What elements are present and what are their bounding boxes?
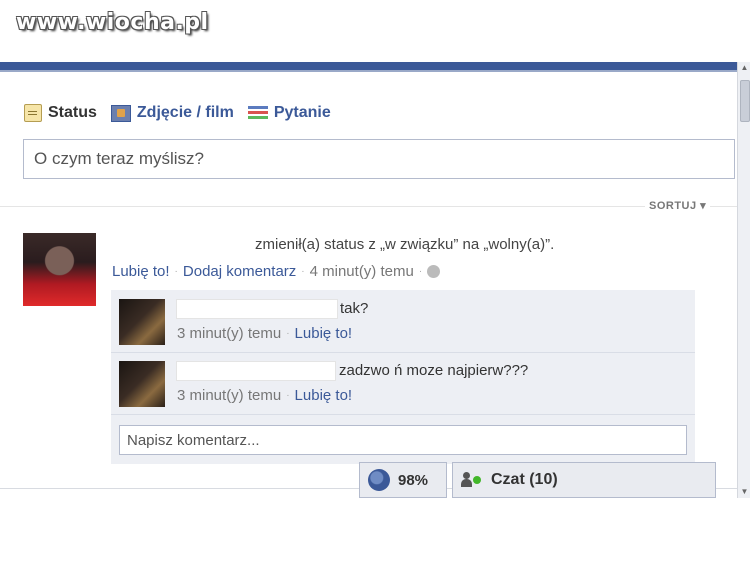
avatar[interactable]	[23, 233, 96, 306]
comment-item: zadzwo ń moze najpierw??? 3 minut(y) tem…	[111, 354, 695, 415]
comment-like-link[interactable]: Lubię to!	[295, 387, 353, 404]
tab-status-label: Status	[48, 104, 97, 121]
separator: ·	[174, 266, 178, 277]
post-status-text: zmienił(a) status z „w związku” na „woln…	[255, 236, 555, 253]
separator: ·	[301, 266, 305, 277]
comment-timestamp[interactable]: 3 minut(y) temu	[177, 387, 281, 404]
globe-icon	[368, 469, 390, 491]
connection-status-button[interactable]: 98%	[359, 462, 447, 498]
add-comment-link[interactable]: Dodaj komentarz	[183, 263, 296, 280]
status-composer[interactable]	[23, 139, 735, 179]
comment-meta: 3 minut(y) temu · Lubię to!	[177, 325, 352, 342]
connection-value: 98%	[398, 471, 429, 489]
privacy-globe-icon[interactable]	[427, 265, 441, 278]
sort-button[interactable]: SORTUJ ▾	[645, 199, 711, 212]
tab-question[interactable]: Pytanie	[247, 104, 331, 122]
site-watermark: www.wiocha.pl	[16, 10, 209, 35]
page-bottom	[0, 498, 750, 563]
photo-icon	[110, 104, 131, 122]
status-icon	[24, 104, 42, 122]
separator: ·	[286, 390, 290, 401]
comment-avatar[interactable]	[119, 361, 165, 407]
write-comment-box[interactable]	[119, 425, 687, 455]
scroll-up-arrow-icon[interactable]: ▲	[738, 62, 750, 74]
tab-question-label: Pytanie	[273, 104, 331, 121]
comment-author-redacted	[176, 361, 336, 381]
comment-author-redacted	[176, 299, 338, 319]
post-timestamp[interactable]: 4 minut(y) temu	[310, 263, 414, 280]
separator: ·	[418, 266, 423, 277]
comment-avatar[interactable]	[119, 299, 165, 345]
composer-tabs: Status Zdjęcie / film Pytanie	[24, 101, 331, 125]
scroll-thumb[interactable]	[740, 80, 750, 122]
scrollbar[interactable]: ▲ ▼	[737, 62, 750, 498]
tab-status[interactable]: Status	[24, 104, 97, 122]
comment-text: zadzwo ń moze najpierw???	[339, 362, 529, 379]
like-link[interactable]: Lubię to!	[112, 263, 170, 280]
status-input[interactable]	[24, 140, 734, 178]
top-bar	[0, 62, 750, 70]
tab-photo-label: Zdjęcie / film	[136, 104, 234, 121]
tab-photo[interactable]: Zdjęcie / film	[110, 104, 234, 122]
question-icon	[247, 105, 268, 121]
comment-input[interactable]	[120, 426, 686, 454]
comment-like-link[interactable]: Lubię to!	[295, 325, 353, 342]
comment-timestamp[interactable]: 3 minut(y) temu	[177, 325, 281, 342]
chat-user-icon	[461, 472, 483, 488]
scroll-down-arrow-icon[interactable]: ▼	[738, 486, 750, 498]
post-actions: Lubię to! · Dodaj komentarz · 4 minut(y)…	[112, 263, 441, 280]
chat-button[interactable]: Czat (10)	[452, 462, 716, 498]
feed-divider	[0, 206, 737, 207]
separator: ·	[286, 328, 290, 339]
comment-meta: 3 minut(y) temu · Lubię to!	[177, 387, 352, 404]
chat-label: Czat (10)	[491, 471, 558, 488]
top-bar-shadow	[0, 70, 750, 72]
comments-section: tak? 3 minut(y) temu · Lubię to! zadzwo …	[111, 290, 695, 464]
comment-text: tak?	[340, 300, 369, 317]
comment-item: tak? 3 minut(y) temu · Lubię to!	[111, 292, 695, 353]
